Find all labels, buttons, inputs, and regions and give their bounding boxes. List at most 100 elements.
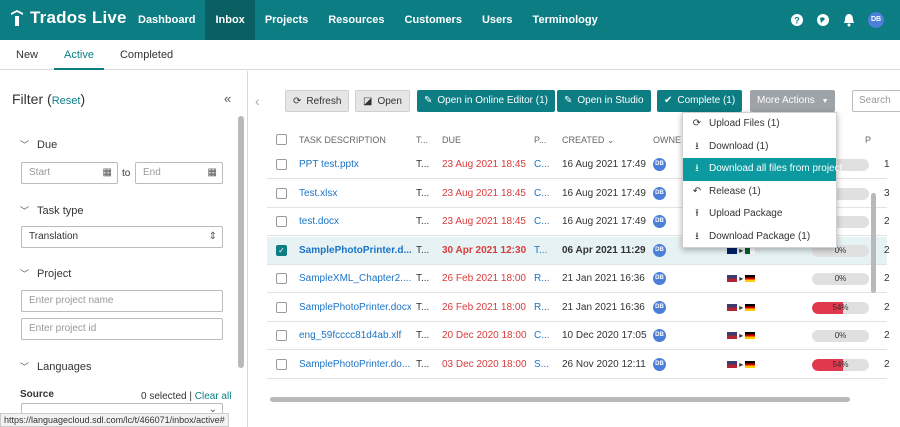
project-link[interactable]: R... [534, 273, 550, 284]
horizontal-scrollbar[interactable] [270, 397, 850, 402]
menu-item-download-package-1[interactable]: ⭳ Download Package (1) [683, 226, 836, 249]
open-button[interactable]: ◪ Open [355, 90, 410, 112]
progress-bar: 0% [812, 273, 869, 285]
due-section-header[interactable]: ﹀ Due [20, 138, 57, 151]
project-link[interactable]: T... [534, 245, 547, 256]
flag-us-icon [727, 332, 737, 340]
task-description-link[interactable]: test.docx [299, 216, 411, 227]
project-link[interactable]: R... [534, 302, 550, 313]
table-row[interactable]: eng_59fcccc81d4ab.xlf T... 20 Dec 2020 18:… [267, 322, 890, 350]
flag-de-icon [745, 303, 756, 311]
task-type-cell: T... [416, 330, 430, 341]
table-row[interactable]: SamplePhotoPrinter.docx T... 26 Feb 2021 1… [267, 294, 890, 322]
calendar-icon[interactable]: ▦ [103, 163, 112, 183]
table-row[interactable]: SamplePhotoPrinter.do... T... 03 Dec 2020 … [267, 351, 890, 379]
menu-item-upload-package[interactable]: ⭱ Upload Package [683, 203, 836, 226]
col-owner[interactable]: OWNE [653, 135, 681, 145]
col-created[interactable]: CREATED ⌄ [562, 135, 614, 146]
task-description-link[interactable]: SamplePhotoPrinter.do... [299, 359, 411, 370]
row-checkbox[interactable] [276, 159, 287, 170]
row-checkbox[interactable] [276, 216, 287, 227]
flag-de-icon [745, 332, 756, 340]
project-name-input[interactable]: Enter project name [21, 290, 223, 312]
refresh-button[interactable]: ⟳ Refresh [285, 90, 350, 112]
logo[interactable]: Trados Live [10, 8, 127, 28]
owner-avatar: DB [653, 300, 666, 314]
collapse-panel-icon[interactable]: « [224, 91, 231, 106]
menu-item-release-1[interactable]: ↶ Release (1) [683, 181, 836, 204]
nav-item-inbox[interactable]: Inbox [205, 0, 255, 40]
user-avatar[interactable]: DB [868, 12, 884, 28]
table-vertical-scrollbar[interactable] [871, 193, 876, 293]
nav-item-dashboard[interactable]: Dashboard [128, 0, 205, 40]
tab-completed[interactable]: Completed [110, 40, 183, 70]
row-checkbox[interactable] [276, 187, 287, 199]
col-task-description[interactable]: TASK DESCRIPTION [299, 135, 386, 145]
reset-link[interactable]: Reset [52, 95, 81, 107]
project-link[interactable]: C... [534, 216, 550, 227]
search-input[interactable]: Search [852, 90, 900, 112]
row-checkbox[interactable] [276, 358, 287, 370]
project-link[interactable]: S... [534, 359, 549, 370]
nav-item-projects[interactable]: Projects [255, 0, 318, 40]
nav-item-terminology[interactable]: Terminology [523, 0, 608, 40]
menu-item-upload-files-1[interactable]: ⟳ Upload Files (1) [683, 113, 836, 136]
open-online-editor-button[interactable]: ✎ Open in Online Editor (1) [417, 90, 556, 112]
open-in-studio-button[interactable]: ✎ Open in Studio [557, 90, 651, 112]
col-last[interactable]: P [865, 135, 871, 145]
due-start-field[interactable]: Start ▦ [21, 162, 118, 184]
table-row[interactable]: SampleXML_Chapter2.... T... 26 Feb 2021 18… [267, 265, 890, 293]
col-project[interactable]: P... [534, 135, 546, 145]
tab-new[interactable]: New [6, 40, 48, 70]
created-date-cell: 16 Aug 2021 17:49 [562, 216, 646, 227]
nav-item-users[interactable]: Users [472, 0, 523, 40]
project-id-input[interactable]: Enter project id [21, 318, 223, 340]
more-actions-button[interactable]: More Actions ▼ [750, 90, 835, 112]
created-date-cell: 10 Dec 2020 17:05 [562, 330, 647, 341]
select-all-checkbox[interactable] [276, 134, 287, 145]
due-date-cell: 23 Aug 2021 18:45 [442, 216, 526, 227]
to-label: to [122, 168, 131, 179]
project-link[interactable]: C... [534, 188, 550, 199]
languages-section-header[interactable]: ﹀ Languages [20, 360, 91, 373]
filter-title-text: Filter [12, 91, 44, 107]
project-link[interactable]: C... [534, 159, 550, 170]
globe-icon[interactable] [816, 13, 830, 27]
app-title: Trados Live [30, 8, 127, 27]
svg-text:?: ? [794, 16, 800, 26]
upload-icon: ⭱ [695, 208, 699, 219]
project-section-header[interactable]: ﹀ Project [20, 267, 71, 280]
row-checkbox[interactable]: ✓ [276, 244, 287, 256]
calendar-icon[interactable]: ▦ [208, 163, 217, 183]
task-description-link[interactable]: eng_59fcccc81d4ab.xlf [299, 330, 411, 341]
complete-button[interactable]: ✔ Complete (1) [657, 90, 743, 112]
task-type-select[interactable]: Translation ⇕ [21, 226, 223, 248]
menu-item-download-1[interactable]: ⭳ Download (1) [683, 136, 836, 159]
filter-scrollbar[interactable] [238, 116, 244, 368]
row-checkbox[interactable] [276, 301, 287, 313]
tab-active[interactable]: Active [54, 40, 104, 70]
task-type-section-header[interactable]: ﹀ Task type [20, 204, 83, 217]
row-checkbox[interactable] [276, 330, 287, 341]
task-description-link[interactable]: SamplePhotoPrinter.docx [299, 302, 411, 313]
bell-icon[interactable] [842, 13, 856, 27]
nav-item-customers[interactable]: Customers [395, 0, 472, 40]
task-description-link[interactable]: SamplePhotoPrinter.d... [299, 245, 411, 256]
col-due[interactable]: DUE [442, 135, 461, 145]
task-description-link[interactable]: SampleXML_Chapter2.... [299, 273, 411, 284]
help-icon[interactable]: ? [790, 13, 804, 27]
nav-item-resources[interactable]: Resources [318, 0, 394, 40]
row-checkbox[interactable] [276, 273, 287, 284]
task-description-link[interactable]: Test.xlsx [299, 188, 411, 199]
col-type[interactable]: T... [416, 135, 428, 145]
due-end-field[interactable]: End ▦ [135, 162, 223, 184]
clear-all-link[interactable]: Clear all [195, 391, 232, 402]
progress-bar: 54% [812, 358, 869, 371]
project-link[interactable]: C... [534, 330, 550, 341]
chevron-left-icon[interactable]: ‹ [255, 93, 260, 109]
task-type-cell: T... [416, 358, 430, 370]
menu-item-download-all-files-from-project[interactable]: ⭳ Download all files from project [683, 158, 842, 181]
due-date-cell: 26 Feb 2021 18:00 [442, 301, 526, 313]
task-description-link[interactable]: PPT test.pptx [299, 159, 411, 170]
open-studio-label: Open in Studio [577, 95, 644, 106]
